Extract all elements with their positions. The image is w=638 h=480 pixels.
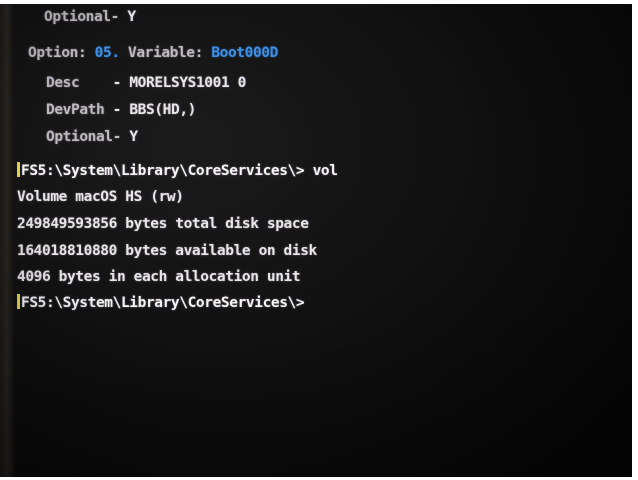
volume-line: Volume macOS HS (rw): [17, 189, 184, 205]
shell-prompt: FS5:\System\Library\CoreServices\>: [21, 295, 305, 311]
variable-label: Variable:: [128, 45, 203, 61]
allocation-unit-line: 4096 bytes in each allocation unit: [17, 269, 301, 285]
option-number: 05.: [94, 45, 120, 61]
desc-line: Desc - MORELSYS1001 0: [46, 72, 246, 94]
shell-output: Optional- Y Option: 05. Variable: Boot00…: [14, 0, 614, 400]
line-marker-icon: [17, 294, 20, 309]
uefi-shell-screen: Optional- Y Option: 05. Variable: Boot00…: [0, 0, 638, 480]
photo-border-top: [0, 0, 638, 4]
optional-value: Y: [127, 9, 136, 25]
command-line[interactable]: FS5:\System\Library\CoreServices\> vol: [17, 160, 338, 182]
desc-label: Desc: [46, 75, 80, 91]
devpath-label: DevPath: [46, 102, 105, 118]
optional-line-1: Optional- Y: [44, 6, 136, 28]
available-space-line: 164018810880 bytes available on disk: [17, 243, 317, 259]
desc-separator: -: [112, 75, 122, 91]
variable-value: Boot000D: [211, 45, 278, 61]
optional-label: Optional-: [44, 9, 119, 25]
devpath-separator: -: [112, 102, 122, 118]
desc-value: MORELSYS1001 0: [129, 75, 246, 91]
devpath-value: BBS(HD,): [129, 102, 196, 118]
total-space-line: 249849593856 bytes total disk space: [17, 216, 309, 232]
option-line: Option: 05. Variable: Boot000D: [28, 42, 278, 64]
optional-value: Y: [129, 129, 138, 145]
optional-line-2: Optional- Y: [46, 126, 138, 148]
photo-border-right: [632, 0, 638, 480]
command-input[interactable]: vol: [313, 163, 338, 179]
line-marker-icon: [17, 162, 20, 177]
option-label: Option:: [28, 45, 87, 61]
monitor-bezel: [0, 0, 14, 480]
optional-label: Optional-: [46, 129, 121, 145]
shell-prompt: FS5:\System\Library\CoreServices\>: [21, 163, 305, 179]
devpath-line: DevPath - BBS(HD,): [46, 99, 196, 121]
prompt-line[interactable]: FS5:\System\Library\CoreServices\>: [17, 292, 305, 314]
